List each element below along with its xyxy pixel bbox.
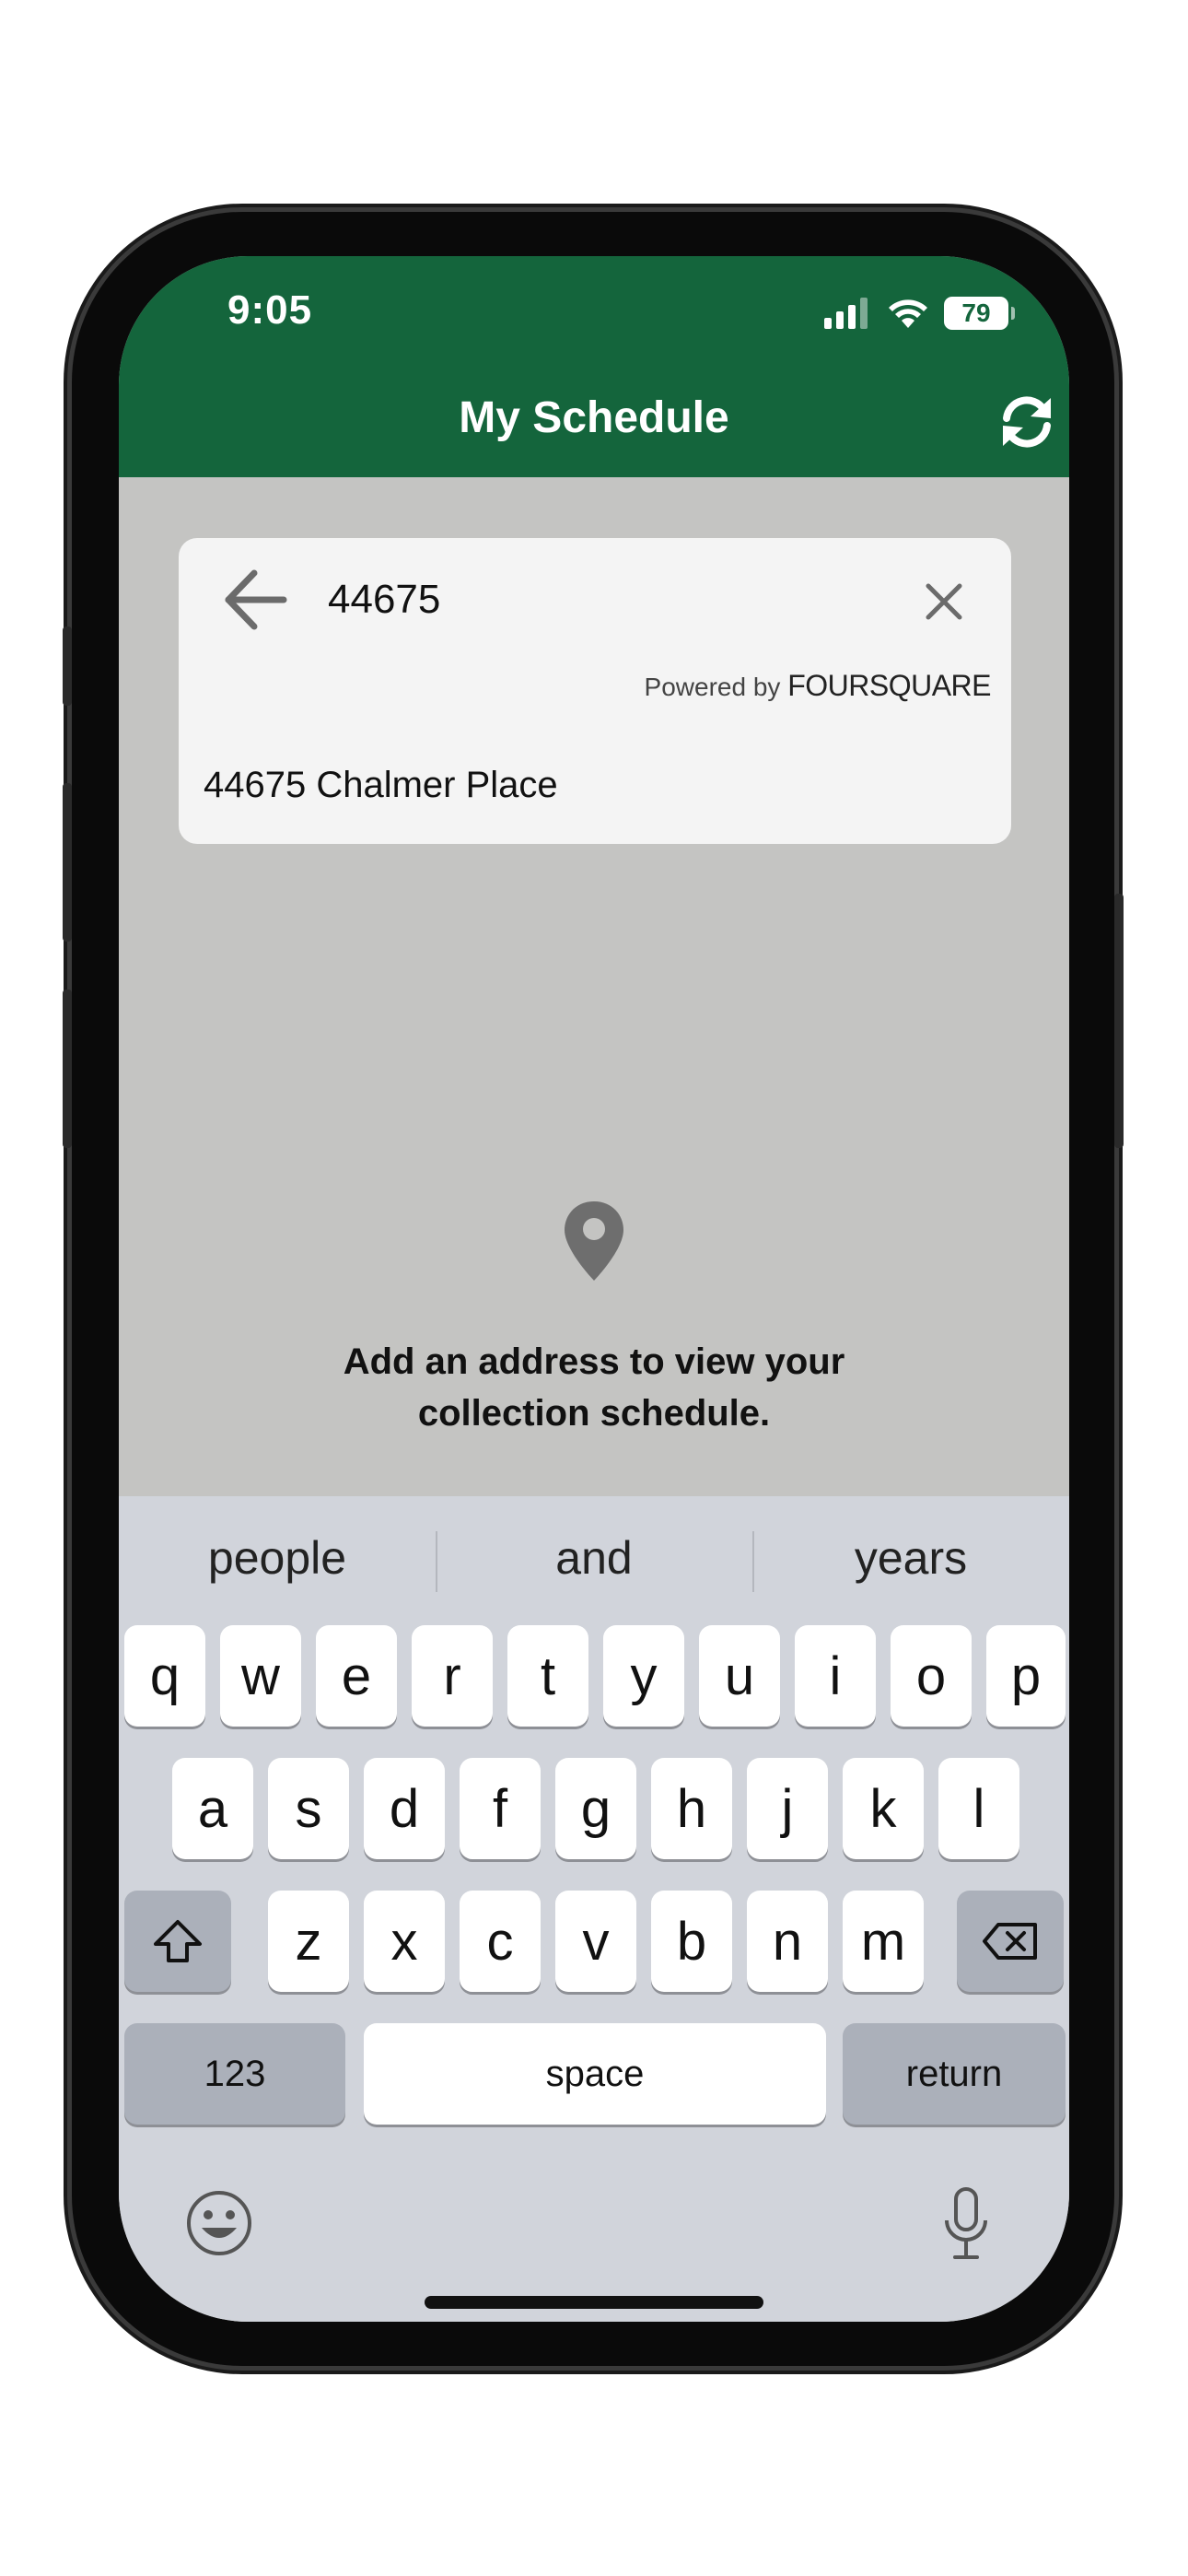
address-suggestion[interactable]: 44675 Chalmer Place <box>204 765 558 806</box>
status-time: 9:05 <box>227 287 313 333</box>
key-o[interactable]: o <box>891 1625 972 1727</box>
key-z[interactable]: z <box>268 1891 349 1992</box>
key-p[interactable]: p <box>986 1625 1066 1727</box>
refresh-icon[interactable] <box>997 392 1056 451</box>
microphone-icon[interactable] <box>940 2185 992 2263</box>
key-h[interactable]: h <box>651 1758 732 1859</box>
location-pin-icon <box>565 1201 623 1281</box>
backspace-icon <box>983 1923 1037 1960</box>
action-button <box>63 626 72 706</box>
empty-state-line-2: collection schedule. <box>417 1393 771 1434</box>
key-w[interactable]: w <box>220 1625 301 1727</box>
key-x[interactable]: x <box>364 1891 445 1992</box>
address-search-input[interactable] <box>326 569 882 630</box>
key-s[interactable]: s <box>268 1758 349 1859</box>
battery-level: 79 <box>961 299 991 327</box>
address-search-card: Powered by FOURSQUARE 44675 Chalmer Plac… <box>179 538 1011 844</box>
back-arrow-icon[interactable] <box>221 568 289 632</box>
key-v[interactable]: v <box>555 1891 636 1992</box>
key-a[interactable]: a <box>172 1758 253 1859</box>
key-f[interactable]: f <box>460 1758 541 1859</box>
signal-icon <box>824 298 868 329</box>
key-k[interactable]: k <box>843 1758 924 1859</box>
key-e[interactable]: e <box>316 1625 397 1727</box>
shift-key[interactable] <box>124 1891 231 1992</box>
battery-icon: 79 <box>944 297 1015 330</box>
predictive-text-bar: people and years <box>119 1496 1069 1623</box>
key-l[interactable]: l <box>938 1758 1019 1859</box>
space-key[interactable]: space <box>364 2023 826 2125</box>
empty-state-message: Add an address to view your collection s… <box>119 1336 1069 1439</box>
key-i[interactable]: i <box>795 1625 876 1727</box>
keyboard: people and years q w e r t y u i o p a s… <box>119 1496 1069 2322</box>
key-n[interactable]: n <box>747 1891 828 1992</box>
power-button <box>1114 894 1124 1148</box>
app-screen: 9:05 79 My Schedule 44675 Powered by FOU… <box>119 256 1069 2322</box>
key-q[interactable]: q <box>124 1625 205 1727</box>
foursquare-brand: FOURSQUARE <box>787 669 991 702</box>
powered-by-label: Powered by <box>644 673 781 701</box>
prediction-1[interactable]: people <box>119 1531 436 1585</box>
prediction-2[interactable]: and <box>436 1531 752 1585</box>
status-icons: 79 <box>824 297 1015 330</box>
return-key[interactable]: return <box>843 2023 1066 2125</box>
delete-key[interactable] <box>957 1891 1064 1992</box>
key-c[interactable]: c <box>460 1891 541 1992</box>
shift-icon <box>154 1920 202 1962</box>
key-b[interactable]: b <box>651 1891 732 1992</box>
key-g[interactable]: g <box>555 1758 636 1859</box>
key-y[interactable]: y <box>603 1625 684 1727</box>
key-d[interactable]: d <box>364 1758 445 1859</box>
numbers-key[interactable]: 123 <box>124 2023 345 2125</box>
wifi-icon <box>889 299 927 328</box>
prediction-3[interactable]: years <box>752 1531 1069 1585</box>
key-m[interactable]: m <box>843 1891 924 1992</box>
home-indicator <box>425 2296 763 2309</box>
emoji-icon[interactable] <box>185 2189 253 2257</box>
key-u[interactable]: u <box>699 1625 780 1727</box>
empty-state-line-1: Add an address to view your <box>343 1341 845 1382</box>
key-t[interactable]: t <box>507 1625 588 1727</box>
key-j[interactable]: j <box>747 1758 828 1859</box>
volume-up-button <box>63 783 72 942</box>
page-title: My Schedule <box>459 393 729 442</box>
search-row <box>179 538 1011 658</box>
volume-down-button <box>63 989 72 1148</box>
clear-icon[interactable] <box>923 580 965 623</box>
app-header: 9:05 79 My Schedule <box>119 256 1069 477</box>
key-r[interactable]: r <box>412 1625 493 1727</box>
powered-by-attribution: Powered by FOURSQUARE <box>644 669 992 703</box>
